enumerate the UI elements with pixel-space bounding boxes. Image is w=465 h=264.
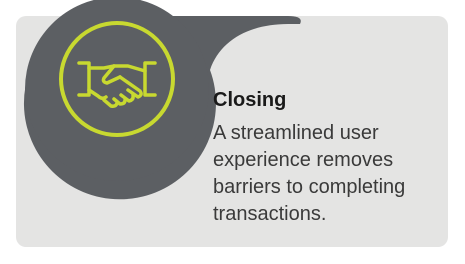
card-content: Closing A streamlined user experience re… [213, 88, 443, 228]
card-title: Closing [213, 89, 287, 111]
card-description: A streamlined user experience removes ba… [213, 122, 406, 225]
